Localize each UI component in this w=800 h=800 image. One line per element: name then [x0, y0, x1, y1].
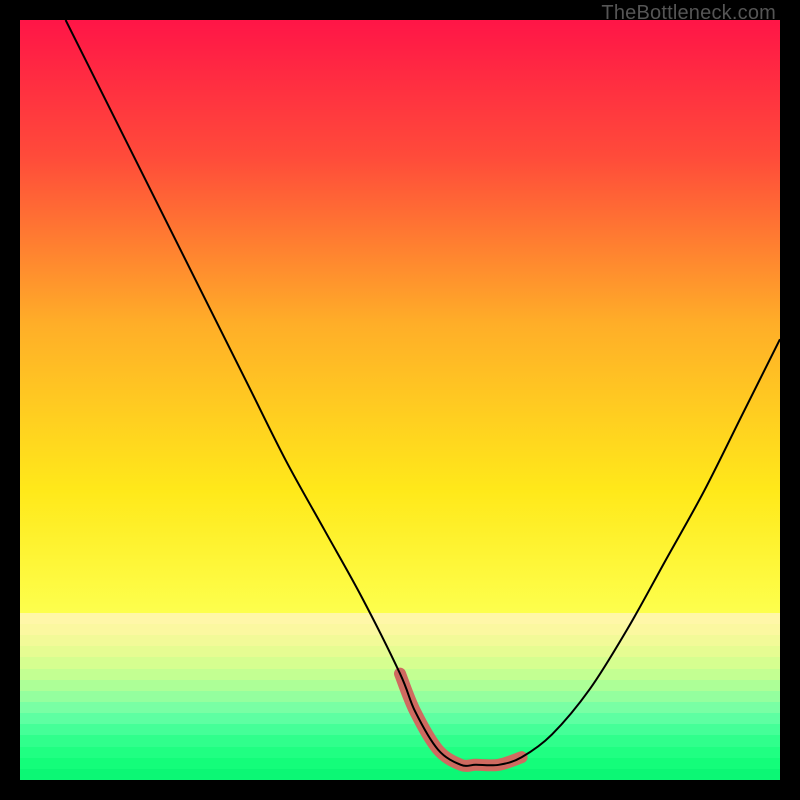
attribution-text: TheBottleneck.com — [601, 2, 776, 25]
bottleneck-curve — [66, 20, 780, 766]
highlight-segment — [400, 674, 522, 766]
plot-area — [20, 20, 780, 780]
curve-layer — [20, 20, 780, 780]
chart-frame: TheBottleneck.com — [0, 0, 800, 800]
